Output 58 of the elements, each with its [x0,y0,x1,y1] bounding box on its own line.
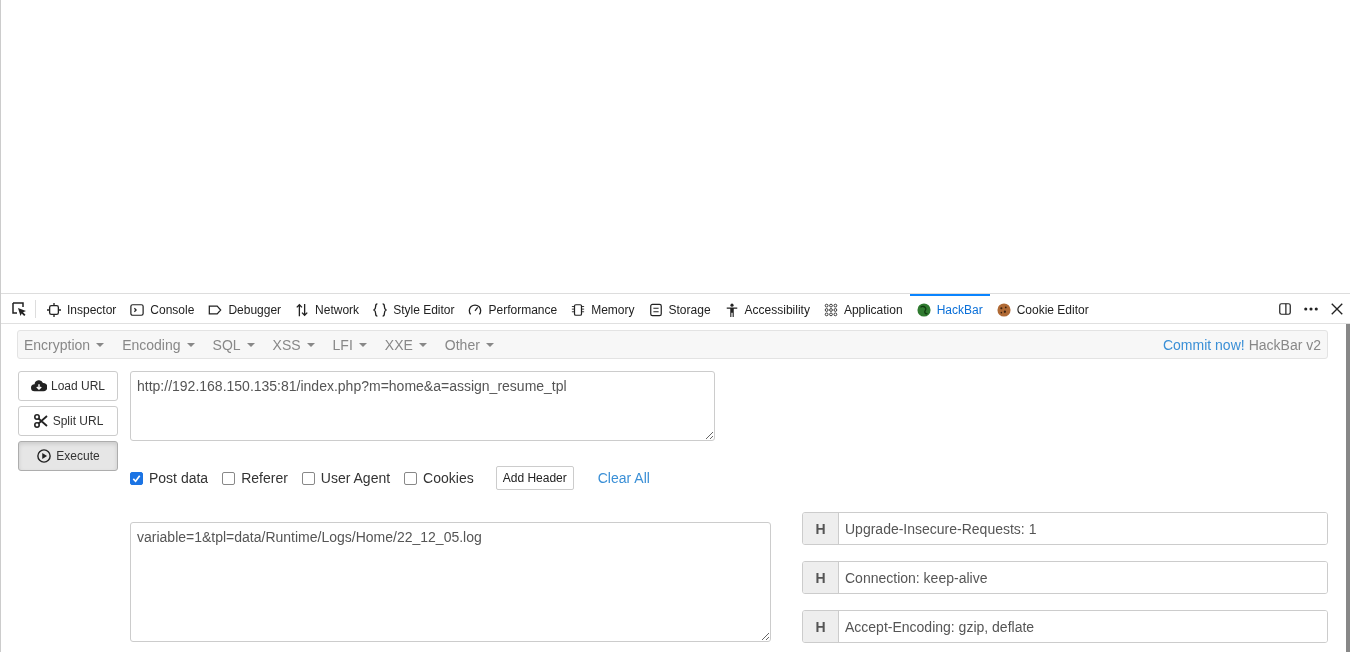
checkbox[interactable] [222,471,236,485]
url-field[interactable]: http://192.168.150.135:81/index.php?m=home&a=assign_resume_tpl [130,371,715,441]
caret-icon [485,342,494,347]
devtools-tab[interactable]: Inspector [40,294,124,323]
devtools-tab[interactable]: Accessibility [717,294,817,323]
console-icon [130,302,145,317]
devtools-tab[interactable]: Cookie Editor [989,294,1096,323]
checkbox-label[interactable]: Referer [241,470,288,486]
header-badge: H [803,513,839,544]
header-field[interactable]: H Connection: keep-alive [802,561,1328,594]
header-badge: H [803,562,839,593]
version-label: HackBar v2 [1248,336,1321,353]
post-data-field[interactable]: variable=1&tpl=data/Runtime/Logs/Home/22_12_05.log [130,522,771,642]
action-button[interactable]: Split URL [18,406,118,436]
devtools-tab[interactable]: Style Editor [366,294,462,323]
close-icon[interactable] [1330,301,1344,316]
cloud-download-icon [30,379,47,393]
add-header-button[interactable]: Add Header [495,466,574,490]
crosshair-icon [47,302,61,317]
devtools-tab[interactable]: Network [288,294,367,323]
devtools-tab[interactable]: Storage [641,294,718,323]
devtools-tab[interactable]: Performance [461,294,565,323]
caret-icon [358,342,367,347]
devtools-tab[interactable]: Application [816,294,910,323]
caret-icon [246,342,255,347]
devtools-tab[interactable]: Console [123,294,202,323]
element-picker-icon[interactable] [11,300,27,317]
caret-icon [418,342,427,347]
storage-icon [648,302,663,317]
cookie-icon [996,302,1011,317]
dock-side-icon[interactable] [1278,301,1292,316]
clear-all-link[interactable]: Clear All [597,470,650,486]
checkbox-label[interactable]: User Agent [320,470,391,486]
checkbox[interactable] [404,471,418,485]
header-field[interactable]: H Accept-Encoding: gzip, deflate [802,610,1328,643]
header-field[interactable]: H Upgrade-Insecure-Requests: 1 [802,512,1328,545]
checkbox[interactable] [301,471,315,485]
gauge-icon [468,302,483,317]
checkbox-label[interactable]: Post data [149,470,209,486]
action-button[interactable]: Execute [18,441,118,471]
chip-icon [571,302,586,317]
accessibility-icon [724,302,739,317]
caret-icon [96,342,105,347]
devtools-tab[interactable]: Memory [564,294,642,323]
devtools-tab[interactable]: Debugger [201,294,289,323]
caret-icon [306,342,315,347]
play-icon [36,449,53,463]
dots-grid-icon [823,302,838,317]
label-tag-icon [208,302,223,317]
checkbox[interactable] [130,471,143,485]
scissors-icon [32,414,49,428]
up-down-arrows-icon [295,302,310,317]
header-badge: H [803,611,839,642]
braces-icon [373,302,388,317]
action-button[interactable]: Load URL [18,371,118,401]
checkbox-label[interactable]: Cookies [423,470,474,486]
caret-icon [186,342,195,347]
globe-icon [916,302,931,317]
